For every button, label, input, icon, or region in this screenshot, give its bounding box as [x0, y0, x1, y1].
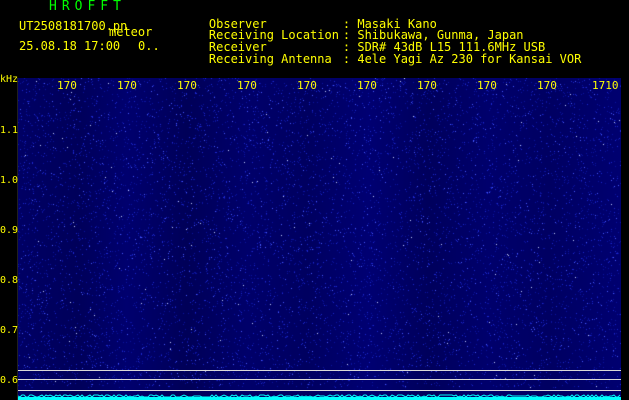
marker-line — [18, 370, 621, 371]
x-tick-label: 170 — [537, 79, 557, 92]
x-tick-label: 170 — [477, 79, 497, 92]
app-title: HROFFT — [49, 0, 126, 14]
x-tick-label: 170 — [117, 79, 137, 92]
x-tick-label: 170 — [57, 79, 77, 92]
y-tick-label: 0.6 — [0, 375, 19, 386]
x-tick-label: 1710 — [592, 79, 619, 92]
source-label: meteor — [109, 25, 153, 39]
x-tick-label: 170 — [357, 79, 377, 92]
spectrogram-window: HROFFT UT2508181700.pn meteor 25.08.18 1… — [0, 0, 629, 400]
marker-line — [18, 379, 621, 380]
signal-trace-line — [18, 394, 621, 398]
date-time: 25.08.18 17:00 — [19, 39, 121, 53]
y-tick-label: 0.7 — [0, 325, 19, 336]
y-tick-label: 1.1 — [0, 125, 19, 136]
y-tick-label: 0.9 — [0, 225, 19, 236]
x-tick-label: 170 — [237, 79, 257, 92]
y-tick-label: 0.8 — [0, 275, 19, 286]
spectrogram-plot[interactable] — [18, 78, 621, 400]
meta-value: : 4ele Yagi Az 230 for Kansai VOR — [342, 52, 582, 66]
meta-key: Receiving Antenna — [208, 52, 332, 66]
x-tick-label: 170 — [297, 79, 317, 92]
y-tick-label: 1.0 — [0, 175, 19, 186]
x-tick-label: 170 — [417, 79, 437, 92]
spectrogram-noise — [18, 78, 621, 400]
x-tick-label: 170 — [177, 79, 197, 92]
counter: 0.. — [138, 39, 160, 53]
y-axis-unit: kHz — [0, 74, 19, 85]
signal-trace — [18, 394, 621, 400]
meta-row-antenna: Receiving Antenna : 4ele Yagi Az 230 for … — [180, 41, 581, 77]
